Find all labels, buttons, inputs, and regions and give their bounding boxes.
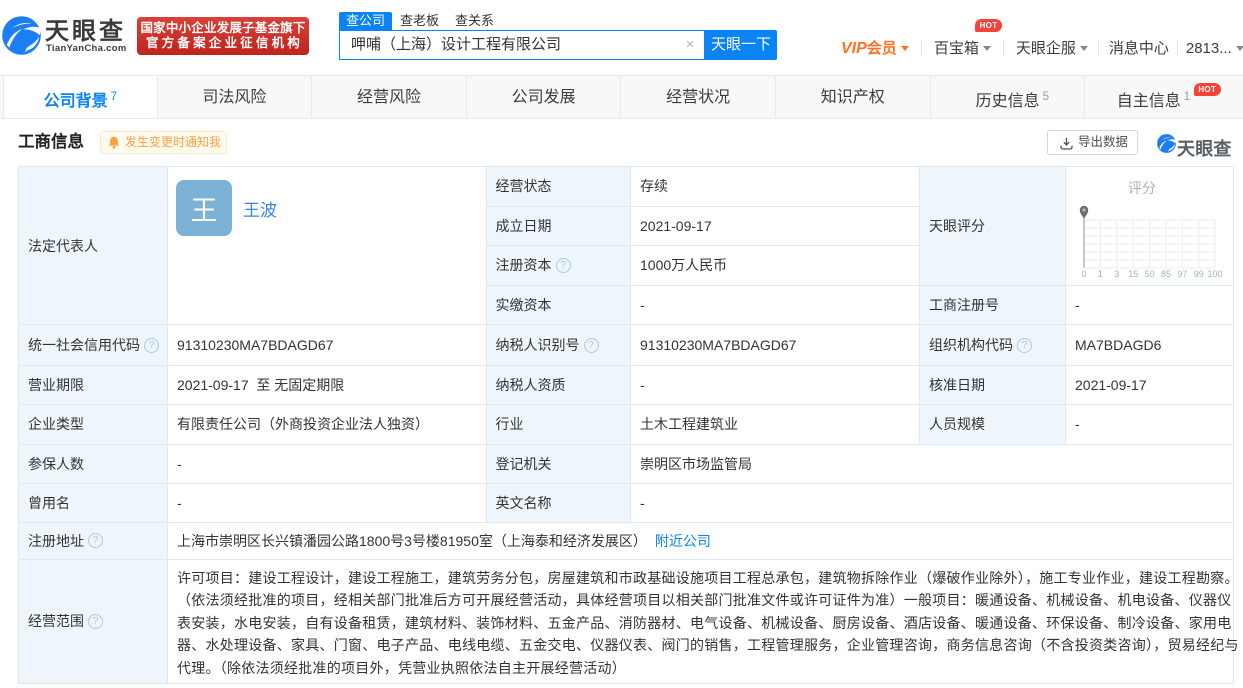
svg-text:1: 1: [1098, 269, 1103, 279]
svg-text:99: 99: [1194, 269, 1204, 279]
svg-text:3: 3: [1114, 269, 1119, 279]
svg-text:15: 15: [1128, 269, 1138, 279]
svg-text:85: 85: [1161, 269, 1171, 279]
svg-text:评分: 评分: [1128, 180, 1156, 196]
svg-text:100: 100: [1207, 269, 1222, 279]
svg-text:97: 97: [1177, 269, 1187, 279]
svg-text:50: 50: [1145, 269, 1155, 279]
svg-text:0: 0: [1081, 269, 1086, 279]
